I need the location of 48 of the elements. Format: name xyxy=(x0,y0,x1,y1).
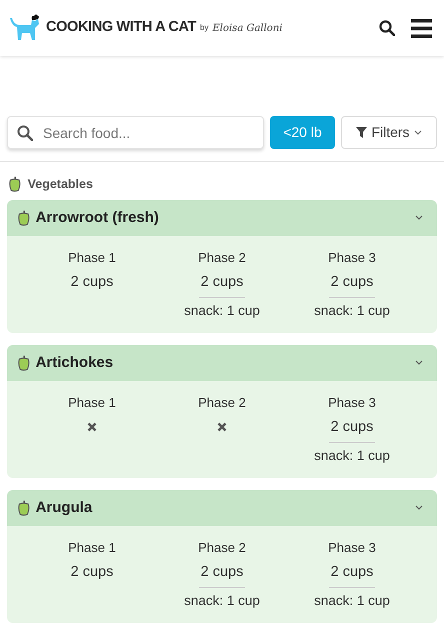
cross-icon xyxy=(217,422,227,432)
pepper-icon xyxy=(17,210,31,226)
snack-text: snack: 1 cup xyxy=(314,592,390,610)
signature: Eloisa Galloni xyxy=(212,22,282,36)
phase-label: Phase 1 xyxy=(68,538,116,557)
chevron-down-icon xyxy=(415,360,423,366)
brand-name[interactable]: COOKING WITH A CAT xyxy=(46,17,196,39)
amount-text: 2 cups xyxy=(328,416,376,442)
phase-label: Phase 2 xyxy=(198,538,246,557)
food-header[interactable]: Artichokes xyxy=(7,344,437,381)
search-icon xyxy=(17,125,33,141)
amount-text: 2 cups xyxy=(198,562,246,588)
snack-text: snack: 1 cup xyxy=(184,302,260,320)
cat-logo-icon xyxy=(8,14,42,42)
snack-text: snack: 1 cup xyxy=(314,446,390,465)
amount-text: 2 cups xyxy=(328,272,376,298)
food-name: Artichokes xyxy=(36,352,114,372)
food-header[interactable]: Arrowroot (fresh) xyxy=(7,200,437,236)
byline: by xyxy=(200,22,208,34)
snack-text: snack: 1 cup xyxy=(314,302,390,320)
search-icon[interactable] xyxy=(379,20,395,36)
pepper-icon xyxy=(8,176,22,192)
food-name: Arrowroot (fresh) xyxy=(36,208,159,228)
phase-label: Phase 3 xyxy=(328,394,376,412)
food-header[interactable]: Arugula xyxy=(7,490,437,526)
snack-text: snack: 1 cup xyxy=(184,592,260,610)
pepper-icon xyxy=(17,354,31,371)
phase-label: Phase 3 xyxy=(328,538,376,557)
chevron-down-icon xyxy=(414,130,422,135)
amount-text: 2 cups xyxy=(70,272,114,292)
amount-text: 2 cups xyxy=(70,562,114,582)
filter-icon xyxy=(356,127,368,138)
cross-icon xyxy=(87,422,97,432)
phase-label: Phase 2 xyxy=(198,248,246,267)
menu-icon[interactable] xyxy=(411,18,432,38)
food-name: Arugula xyxy=(36,498,92,518)
amount-text: 2 cups xyxy=(198,272,246,298)
chevron-down-icon xyxy=(415,215,423,220)
category-heading: Vegetables xyxy=(28,176,93,193)
chevron-down-icon xyxy=(415,505,423,510)
phase-label: Phase 1 xyxy=(68,248,116,267)
amount-text: 2 cups xyxy=(328,562,376,588)
search-field[interactable]: Search food... xyxy=(7,116,264,149)
phase-label: Phase 3 xyxy=(328,248,376,267)
pepper-icon xyxy=(17,500,31,516)
filters-button[interactable]: Filters xyxy=(341,116,437,149)
phase-label: Phase 2 xyxy=(198,394,246,412)
phase-label: Phase 1 xyxy=(68,394,116,412)
